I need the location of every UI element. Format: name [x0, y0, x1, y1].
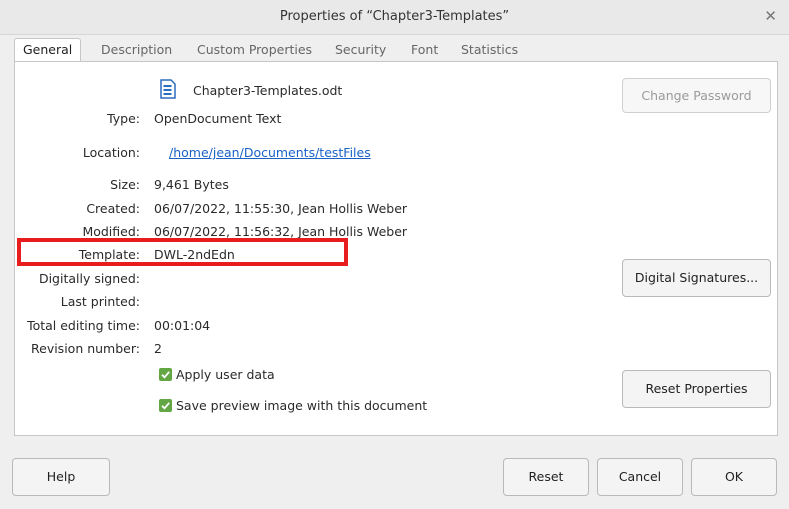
last-printed-label: Last printed: — [60, 294, 140, 309]
revision-number-label: Revision number: — [31, 341, 140, 356]
tab-general[interactable]: General — [14, 38, 82, 62]
type-value: OpenDocument Text — [154, 111, 282, 126]
window-title: Properties of “Chapter3-Templates” — [279, 9, 510, 24]
reset-button[interactable]: Reset — [503, 458, 589, 496]
help-button[interactable]: Help — [12, 458, 110, 496]
modified-value: 06/07/2022, 11:56:32, Jean Hollis Weber — [154, 224, 408, 239]
size-value: 9,461 Bytes — [154, 177, 229, 192]
template-highlight-box — [17, 238, 348, 266]
modified-label: Modified: — [82, 224, 140, 239]
title-bar: Properties of “Chapter3-Templates” ✕ — [0, 0, 789, 35]
digital-signatures-button[interactable]: Digital Signatures... — [622, 259, 771, 297]
document-icon — [159, 79, 177, 99]
cancel-button[interactable]: Cancel — [597, 458, 683, 496]
tab-description[interactable]: Description — [101, 39, 172, 61]
close-icon[interactable]: ✕ — [764, 7, 777, 25]
editing-time-label: Total editing time: — [27, 318, 140, 333]
checkmark-icon — [161, 402, 170, 410]
reset-properties-button[interactable]: Reset Properties — [622, 370, 771, 408]
tab-font[interactable]: Font — [411, 39, 438, 61]
apply-user-data-checkbox[interactable] — [159, 368, 172, 381]
created-label: Created: — [86, 201, 140, 216]
location-label: Location: — [82, 145, 140, 160]
editing-time-value: 00:01:04 — [154, 318, 211, 333]
checkmark-icon — [161, 371, 170, 379]
size-label: Size: — [110, 177, 140, 192]
tab-statistics[interactable]: Statistics — [461, 39, 518, 61]
revision-number-value: 2 — [154, 341, 162, 356]
created-value: 06/07/2022, 11:55:30, Jean Hollis Weber — [154, 201, 408, 216]
digitally-signed-label: Digitally signed: — [38, 271, 140, 286]
file-name: Chapter3-Templates.odt — [193, 83, 343, 98]
location-link[interactable]: /home/jean/Documents/testFiles — [169, 145, 371, 160]
ok-button[interactable]: OK — [691, 458, 777, 496]
save-preview-checkbox[interactable] — [159, 399, 172, 412]
save-preview-label[interactable]: Save preview image with this document — [176, 398, 427, 413]
type-label: Type: — [107, 111, 140, 126]
tab-custom-properties[interactable]: Custom Properties — [197, 39, 312, 61]
tab-security[interactable]: Security — [335, 39, 386, 61]
change-password-button[interactable]: Change Password — [622, 78, 771, 113]
apply-user-data-label[interactable]: Apply user data — [176, 367, 275, 382]
